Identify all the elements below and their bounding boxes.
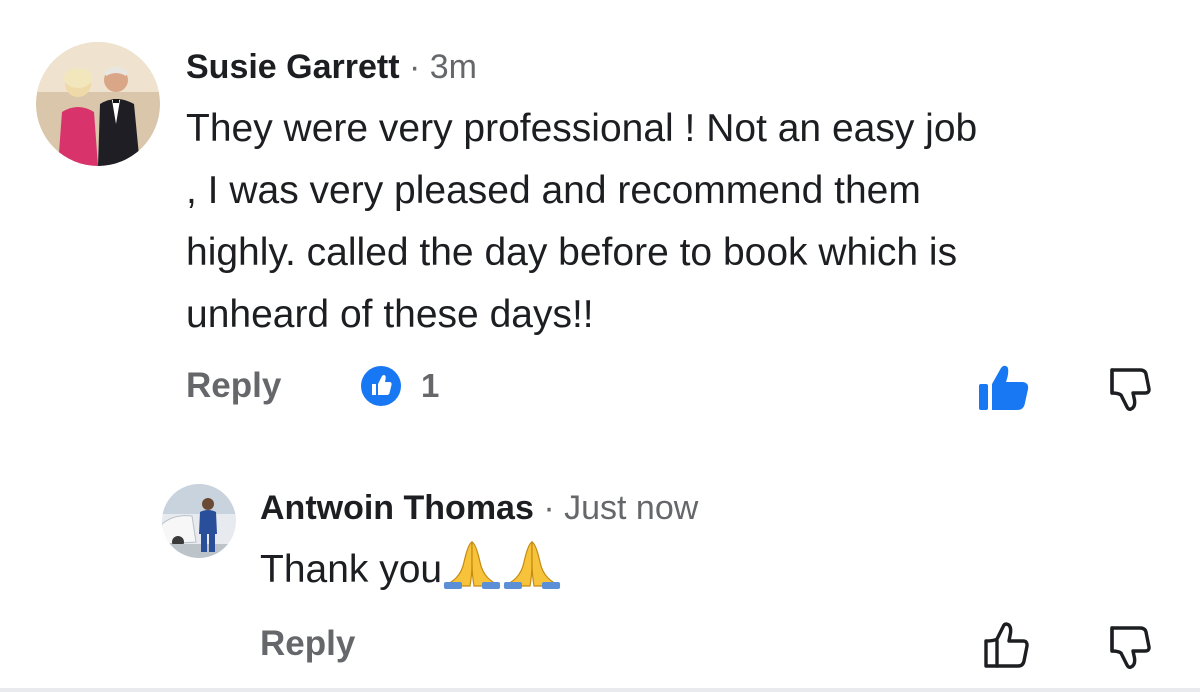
thumbs-up-outline-icon	[984, 622, 1029, 668]
praying-hands-emoji	[442, 538, 562, 590]
dislike-button[interactable]	[1102, 620, 1158, 672]
reply-button[interactable]: Reply	[186, 366, 281, 406]
like-count: 1	[421, 367, 440, 404]
comment-timestamp[interactable]: Just now	[564, 489, 698, 527]
like-button[interactable]	[976, 362, 1032, 414]
comment-text-line: , I was very pleased and recommend them	[186, 169, 921, 212]
comment-timestamp[interactable]: 3m	[430, 48, 477, 86]
author-name[interactable]: Antwoin Thomas	[260, 489, 534, 527]
comment-text-line: highly. called the day before to book wh…	[186, 231, 958, 274]
reply-button[interactable]: Reply	[260, 624, 355, 664]
like-badge-icon	[372, 375, 392, 395]
avatar-couple-image	[36, 42, 160, 166]
comment-text-line: unheard of these days!!	[186, 293, 594, 336]
avatar-man-with-car-image	[162, 484, 236, 558]
comment-antwoin-thomas: Antwoin Thomas · Just now Thank you Repl…	[0, 470, 1200, 688]
praying-hands-icon	[443, 541, 561, 589]
comment-header: Susie Garrett · 3m	[186, 47, 477, 87]
thumbs-down-outline-icon	[1110, 626, 1151, 669]
avatar[interactable]	[36, 42, 160, 166]
comment-text-line: They were very professional ! Not an eas…	[186, 107, 978, 150]
dislike-button[interactable]	[1102, 362, 1158, 414]
thumbs-up-filled-icon	[979, 365, 1029, 410]
thumbs-down-outline-icon	[1110, 368, 1151, 411]
separator-dot: ·	[408, 48, 421, 86]
like-count-badge[interactable]	[361, 366, 401, 406]
comment-text-content: Thank you	[260, 548, 443, 591]
separator-dot: ·	[543, 489, 555, 527]
like-button[interactable]	[976, 620, 1032, 672]
comment-header: Antwoin Thomas · Just now	[260, 488, 698, 528]
comment-susie-garrett: Susie Garrett · 3m They were very profes…	[0, 0, 1200, 460]
comment-text: Thank you	[260, 538, 562, 601]
bottom-divider	[0, 688, 1200, 692]
avatar[interactable]	[162, 484, 236, 558]
author-name[interactable]: Susie Garrett	[186, 48, 400, 86]
